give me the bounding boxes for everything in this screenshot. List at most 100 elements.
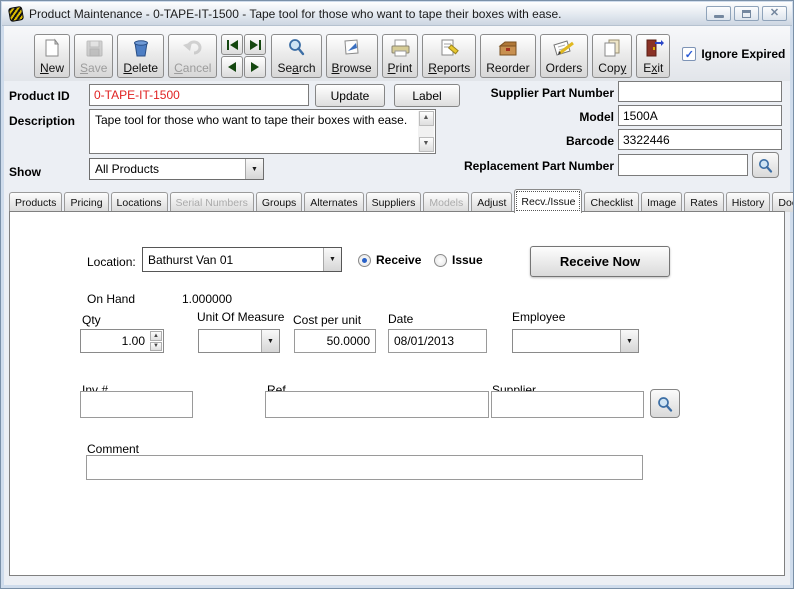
minimize-button[interactable] [706, 6, 731, 21]
tab-alternates[interactable]: Alternates [304, 192, 363, 212]
previous-record-button[interactable] [221, 56, 243, 78]
description-label: Description [9, 114, 75, 128]
supplier-search-button[interactable] [650, 389, 680, 418]
description-text: Tape tool for those who want to tape the… [95, 113, 407, 127]
employee-dropdown[interactable]: ▼ [512, 329, 639, 353]
tab-recv-issue[interactable]: Recv./Issue [514, 189, 582, 213]
qty-spinner: ▲ ▼ [149, 330, 163, 352]
receive-now-button[interactable]: Receive Now [530, 246, 670, 277]
location-dropdown-arrow-icon[interactable]: ▼ [323, 248, 341, 271]
first-record-button[interactable] [221, 34, 243, 55]
inv-number-input[interactable] [80, 391, 193, 418]
tab-documents[interactable]: Documents [772, 192, 794, 212]
cancel-button-label: Cancel [174, 61, 211, 75]
receive-radio-label: Receive [376, 253, 421, 267]
new-button[interactable]: New [34, 34, 70, 78]
search-button-label: Search [277, 61, 315, 75]
tab-image[interactable]: Image [641, 192, 682, 212]
description-textarea[interactable]: Tape tool for those who want to tape the… [89, 109, 436, 154]
barcode-label: Barcode [434, 134, 614, 148]
description-scrollbar[interactable]: ▲ ▼ [418, 111, 434, 152]
comment-input[interactable] [86, 455, 643, 480]
show-dropdown-arrow-icon[interactable]: ▼ [245, 159, 263, 179]
quantity-stepper[interactable]: 1.00 ▲ ▼ [80, 329, 164, 353]
save-button: Save [74, 34, 113, 78]
browse-button-label: Browse [332, 61, 372, 75]
reorder-button-label: Reorder [486, 61, 529, 75]
ignore-expired-label: Ignore Expired [701, 47, 785, 61]
scroll-down-icon[interactable]: ▼ [419, 137, 434, 152]
new-button-label: New [40, 61, 64, 75]
next-record-icon [251, 62, 259, 72]
replacement-part-number-input[interactable] [618, 154, 748, 176]
ignore-expired-checkbox[interactable]: ✓ [682, 47, 696, 61]
orders-button[interactable]: Orders [540, 34, 589, 78]
tab-adjust[interactable]: Adjust [471, 192, 512, 212]
scroll-up-icon[interactable]: ▲ [419, 111, 434, 126]
unit-of-measure-dropdown[interactable]: ▼ [198, 329, 280, 353]
reorder-button[interactable]: Reorder [480, 34, 535, 78]
delete-button[interactable]: Delete [117, 34, 164, 78]
first-record-icon [227, 40, 229, 50]
date-input[interactable] [388, 329, 487, 353]
product-id-input[interactable] [89, 84, 309, 106]
search-button[interactable]: Search [271, 34, 321, 78]
title-bar: Product Maintenance - 0-TAPE-IT-1500 - T… [2, 2, 792, 26]
employee-dropdown-arrow-icon[interactable]: ▼ [620, 330, 638, 352]
copy-button[interactable]: Copy [592, 34, 632, 78]
cost-per-unit-input[interactable] [294, 329, 376, 353]
issue-radio[interactable]: Issue [434, 253, 483, 267]
browse-button[interactable]: Browse [326, 34, 378, 78]
print-button[interactable]: Print [382, 34, 419, 78]
show-dropdown[interactable]: All Products ▼ [89, 158, 264, 180]
update-button[interactable]: Update [315, 84, 385, 107]
delete-button-label: Delete [123, 61, 158, 75]
copy-pages-icon [601, 37, 623, 59]
next-record-button[interactable] [244, 56, 266, 78]
model-label: Model [434, 110, 614, 124]
supplier-input[interactable] [491, 391, 644, 418]
tab-suppliers[interactable]: Suppliers [366, 192, 422, 212]
reorder-box-icon [497, 37, 519, 59]
record-navigation [221, 34, 266, 78]
unit-of-measure-label: Unit Of Measure [197, 310, 284, 324]
issue-radio-label: Issue [452, 253, 483, 267]
exit-button[interactable]: Exit [636, 34, 670, 78]
close-button[interactable]: ✕ [762, 6, 787, 21]
ref-input[interactable] [265, 391, 489, 418]
copy-button-label: Copy [598, 61, 626, 75]
tab-groups[interactable]: Groups [256, 192, 302, 212]
spinner-up-icon[interactable]: ▲ [150, 331, 162, 341]
close-icon: ✕ [770, 8, 779, 19]
spinner-down-icon[interactable]: ▼ [150, 342, 162, 352]
toolbar: New Save Delete Cancel [4, 26, 790, 81]
tab-pricing[interactable]: Pricing [64, 192, 108, 212]
issue-radio-icon [434, 254, 447, 267]
exit-door-icon [642, 37, 664, 59]
receive-radio[interactable]: Receive [358, 253, 421, 267]
on-hand-value: 1.000000 [182, 292, 232, 306]
tab-history[interactable]: History [726, 192, 771, 212]
print-button-label: Print [388, 61, 413, 75]
date-label: Date [388, 312, 413, 326]
header-form: Product ID Update Label Description Tape… [4, 81, 790, 187]
last-record-button[interactable] [244, 34, 266, 55]
reports-button[interactable]: Reports [422, 34, 476, 78]
maximize-button[interactable] [734, 6, 759, 21]
supplier-part-number-input[interactable] [618, 81, 782, 102]
reports-button-label: Reports [428, 61, 470, 75]
new-page-icon [41, 37, 63, 59]
location-dropdown[interactable]: Bathurst Van 01 ▼ [142, 247, 342, 272]
minimize-icon [714, 15, 724, 18]
maximize-icon [742, 10, 751, 18]
tab-products[interactable]: Products [9, 192, 62, 212]
replacement-search-button[interactable] [752, 152, 779, 178]
uom-dropdown-arrow-icon[interactable]: ▼ [261, 330, 279, 352]
barcode-input[interactable] [618, 129, 782, 150]
tab-checklist[interactable]: Checklist [584, 192, 639, 212]
on-hand-label: On Hand [87, 292, 135, 306]
model-input[interactable] [618, 105, 782, 126]
previous-record-icon [228, 62, 236, 72]
tab-rates[interactable]: Rates [684, 192, 723, 212]
tab-locations[interactable]: Locations [111, 192, 168, 212]
